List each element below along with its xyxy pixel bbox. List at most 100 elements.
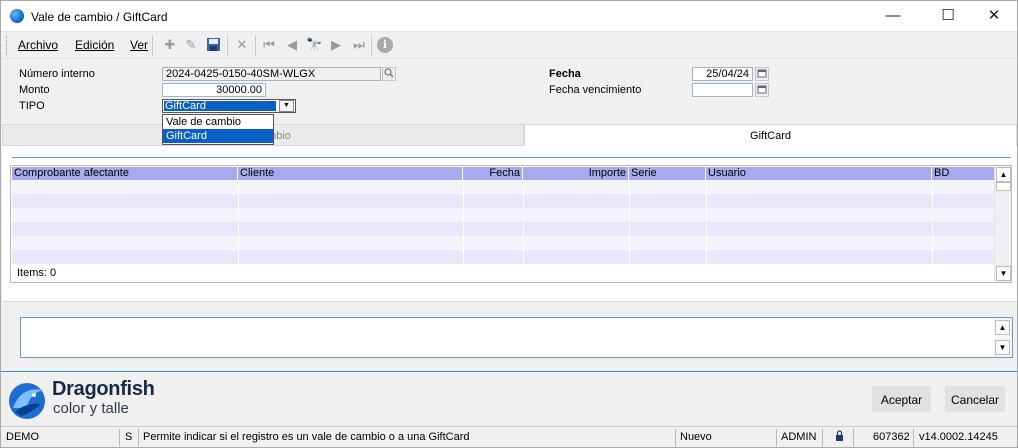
tipo-select[interactable]: GiftCard ▼ xyxy=(162,99,296,113)
grid-column-line xyxy=(706,180,707,264)
brand-tagline: color y talle xyxy=(53,400,129,417)
binoculars-icon[interactable]: 🔭 xyxy=(306,37,322,53)
toolbar-separator xyxy=(371,35,372,56)
scroll-thumb[interactable] xyxy=(996,182,1011,191)
maximize-button[interactable]: ☐ xyxy=(933,5,963,27)
menu-edicion-label: Edición xyxy=(75,38,115,52)
last-record-icon[interactable]: ⏭ xyxy=(351,37,367,53)
tipo-selected-value: GiftCard xyxy=(163,100,277,112)
grid-column-line xyxy=(463,180,464,264)
app-window: Vale de cambio / GiftCard — ☐ ✕ Archivo … xyxy=(0,0,1018,448)
status-flag: S xyxy=(125,431,133,443)
status-mode: Nuevo xyxy=(680,431,712,443)
numero-interno-field[interactable]: 2024-0425-0150-40SM-WLGX xyxy=(162,67,381,81)
calendar-icon[interactable] xyxy=(755,67,769,81)
menu-archivo[interactable]: Archivo xyxy=(18,38,58,52)
panel-divider xyxy=(12,157,1011,158)
table-row[interactable] xyxy=(12,180,994,194)
table-row[interactable] xyxy=(12,222,994,236)
tipo-option-vale[interactable]: Vale de cambio xyxy=(163,115,273,129)
grid-column-line xyxy=(932,180,933,264)
fecha-vencimiento-label: Fecha vencimiento xyxy=(549,84,642,96)
toolbar-separator xyxy=(152,35,153,56)
scroll-down-icon[interactable]: ▼ xyxy=(995,340,1010,355)
status-separator xyxy=(119,429,120,446)
status-version: v14.0002.14245 xyxy=(919,431,998,443)
memo-scrollbar[interactable]: ▲ ▼ xyxy=(994,318,1012,357)
title-bar: Vale de cambio / GiftCard — ☐ ✕ xyxy=(1,1,1017,32)
status-separator xyxy=(138,429,139,446)
table-row[interactable] xyxy=(12,194,994,208)
close-button[interactable]: ✕ xyxy=(979,5,1009,27)
column-header-bd[interactable]: BD xyxy=(932,167,994,180)
status-hint: Permite indicar si el registro es un val… xyxy=(143,431,470,443)
status-user: ADMIN xyxy=(781,431,817,443)
tipo-label: TIPO xyxy=(19,100,45,112)
calendar-icon[interactable] xyxy=(755,83,769,97)
toolbar-separator xyxy=(227,35,228,56)
edit-icon[interactable]: ✎ xyxy=(183,37,199,53)
menu-archivo-label: Archivo xyxy=(18,38,59,52)
aceptar-button[interactable]: Aceptar xyxy=(872,386,931,412)
scroll-up-icon[interactable]: ▲ xyxy=(995,320,1010,335)
column-header-usuario[interactable]: Usuario xyxy=(706,167,932,180)
lookup-icon[interactable] xyxy=(382,67,396,81)
toolbar-grip xyxy=(6,36,9,55)
table-row[interactable] xyxy=(12,208,994,222)
status-bar: DEMO S Permite indicar si el registro es… xyxy=(1,426,1017,447)
status-separator xyxy=(675,429,676,446)
monto-label: Monto xyxy=(19,84,50,96)
column-header-cliente[interactable]: Cliente xyxy=(238,167,463,180)
column-header-fecha[interactable]: Fecha xyxy=(463,167,523,180)
tipo-dropdown-list: Vale de cambio GiftCard xyxy=(162,114,274,145)
cancelar-button[interactable]: Cancelar xyxy=(945,386,1005,412)
menu-ver-label: Ver xyxy=(130,38,149,52)
grid-scrollbar[interactable]: ▲ ▼ xyxy=(994,166,1011,282)
menu-ver[interactable]: Ver xyxy=(130,38,148,52)
menu-edicion[interactable]: Edición xyxy=(75,38,114,52)
column-header-comprobante[interactable]: Comprobante afectante xyxy=(12,167,238,180)
scroll-up-icon[interactable]: ▲ xyxy=(996,167,1011,182)
scroll-down-icon[interactable]: ▼ xyxy=(996,266,1011,281)
minimize-button[interactable]: — xyxy=(878,5,908,27)
column-header-serie[interactable]: Serie xyxy=(629,167,706,180)
app-logo-icon xyxy=(10,9,24,23)
lock-icon xyxy=(835,430,844,445)
comprobantes-grid: Comprobante afectante Cliente Fecha Impo… xyxy=(10,165,1012,283)
fecha-field[interactable]: 25/04/24 xyxy=(692,67,753,81)
grid-body xyxy=(12,180,994,264)
tipo-option-giftcard[interactable]: GiftCard xyxy=(163,129,273,143)
tab-giftcard[interactable]: GiftCard xyxy=(524,124,1017,146)
status-code: 607362 xyxy=(873,431,910,443)
fecha-vencimiento-field[interactable] xyxy=(692,83,753,97)
observaciones-textarea[interactable]: ▲ ▼ xyxy=(20,317,1013,358)
save-icon[interactable] xyxy=(205,37,221,53)
table-row[interactable] xyxy=(12,236,994,250)
new-icon[interactable]: ✚ xyxy=(162,37,178,53)
numero-interno-label: Número interno xyxy=(19,68,95,80)
next-record-icon[interactable]: ▶ xyxy=(328,37,344,53)
info-icon[interactable]: ℹ xyxy=(377,37,393,53)
delete-icon[interactable]: ✕ xyxy=(234,37,250,53)
tab-giftcard-label: GiftCard xyxy=(750,130,791,142)
previous-record-icon[interactable]: ◀ xyxy=(284,37,300,53)
items-count: Items: 0 xyxy=(17,267,57,279)
monto-field[interactable]: 30000.00 xyxy=(162,83,266,97)
status-database: DEMO xyxy=(6,431,39,443)
first-record-icon[interactable]: ⏮ xyxy=(261,37,277,53)
grid-header: Comprobante afectante Cliente Fecha Impo… xyxy=(12,167,994,180)
fecha-label: Fecha xyxy=(549,68,581,80)
status-separator xyxy=(776,429,777,446)
grid-column-line xyxy=(238,180,239,264)
status-separator xyxy=(853,429,854,446)
tab-panel: Comprobante afectante Cliente Fecha Impo… xyxy=(2,146,1017,302)
brand-name: Dragonfish xyxy=(52,378,155,400)
grid-column-line xyxy=(523,180,524,264)
chevron-down-icon[interactable]: ▼ xyxy=(279,100,294,112)
status-separator xyxy=(913,429,914,446)
column-header-importe[interactable]: Importe xyxy=(523,167,629,180)
menu-toolbar: Archivo Edición Ver ✚ ✎ ✕ ⏮ ◀ 🔭 ▶ ⏭ ℹ xyxy=(1,32,1017,59)
dragonfish-logo-icon xyxy=(9,383,45,419)
footer: Dragonfish color y talle Aceptar Cancela… xyxy=(1,371,1017,426)
table-row[interactable] xyxy=(12,250,994,264)
